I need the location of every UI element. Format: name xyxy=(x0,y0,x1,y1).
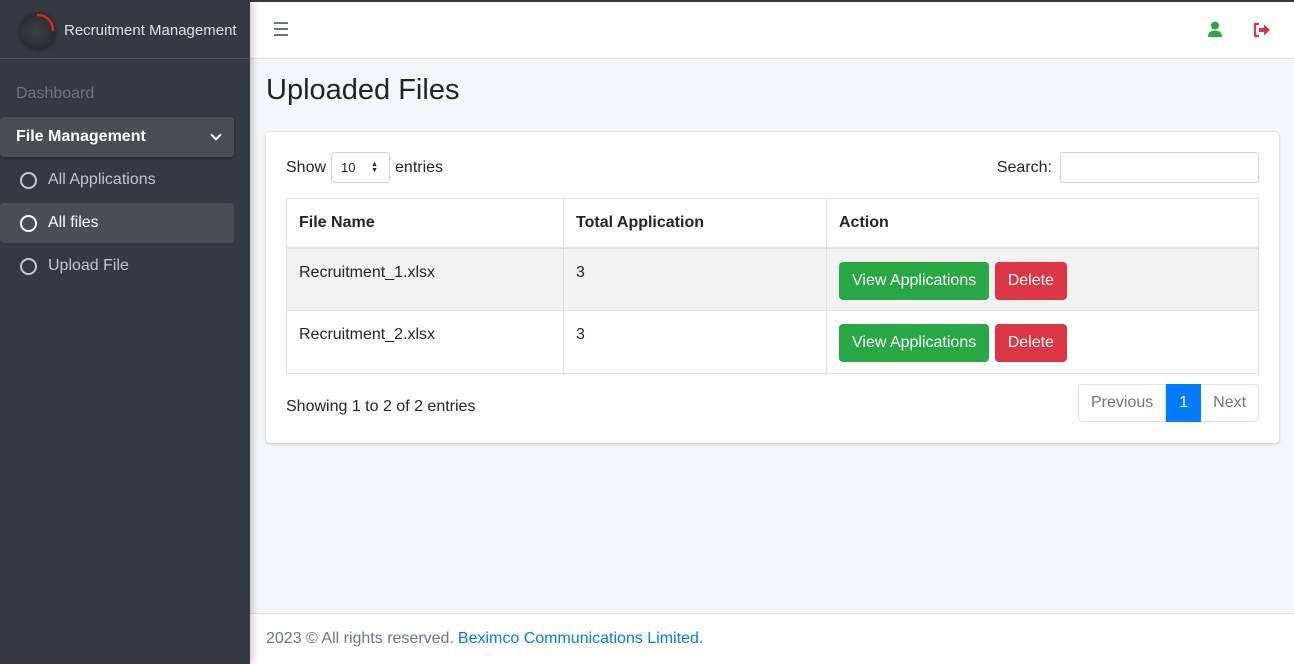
brand[interactable]: Recruitment Management xyxy=(0,2,250,59)
sidebar-group-label: File Management xyxy=(16,128,146,145)
entries-label: entries xyxy=(395,158,444,176)
file-name-cell: Recruitment_1.xlsx xyxy=(286,247,564,311)
table-info: Showing 1 to 2 of 2 entries xyxy=(286,398,476,415)
column-header-file-name[interactable]: File Name xyxy=(286,198,564,249)
menu-icon[interactable] xyxy=(274,22,288,40)
footer: 2023 © All rights reserved. Beximco Comm… xyxy=(250,613,1294,664)
search-label: Search: xyxy=(996,158,1052,176)
circle-icon xyxy=(20,214,37,232)
table-row: Recruitment_1.xlsx 3 View Applications D… xyxy=(286,247,1259,311)
sidebar-nav: Dashboard File Management All Applicatio… xyxy=(0,59,250,286)
chevron-down-icon xyxy=(210,129,222,141)
brand-title: Recruitment Management xyxy=(64,21,237,39)
user-icon[interactable] xyxy=(1208,21,1222,38)
sidebar-group-file-management[interactable]: File Management xyxy=(0,117,234,157)
sort-arrows-icon: ▲ ▼ xyxy=(371,161,379,174)
pagination: Previous 1 Next xyxy=(1078,384,1260,422)
column-header-total-application[interactable]: Total Application xyxy=(563,198,827,249)
view-applications-button[interactable]: View Applications xyxy=(839,324,990,362)
sidebar-item-upload-file[interactable]: Upload File xyxy=(0,246,234,286)
page-title: Uploaded Files xyxy=(266,74,460,106)
sidebar-item-all-files[interactable]: All files xyxy=(0,203,234,243)
table-header-row: File Name Total Application Action xyxy=(286,198,1259,249)
sidebar-item-label: Upload File xyxy=(48,257,129,274)
top-border xyxy=(0,0,1294,2)
table-row: Recruitment_2.xlsx 3 View Applications D… xyxy=(286,310,1259,374)
file-name-cell: Recruitment_2.xlsx xyxy=(286,310,564,374)
topbar xyxy=(250,2,1294,59)
sidebar-item-label: All files xyxy=(48,214,99,231)
entries-select-value: 10 xyxy=(341,160,356,175)
view-applications-button[interactable]: View Applications xyxy=(839,261,990,300)
entries-select[interactable]: 10 ▲ ▼ xyxy=(331,152,391,183)
column-header-action[interactable]: Action xyxy=(826,198,1259,249)
action-cell: View Applications Delete xyxy=(826,247,1259,311)
entries-length-control: Show 10 ▲ ▼ entries xyxy=(286,152,443,183)
sidebar-item-label: All Applications xyxy=(48,171,156,188)
sidebar-item-label: Dashboard xyxy=(16,85,95,102)
previous-page-button[interactable]: Previous xyxy=(1078,384,1167,422)
page-1-button[interactable]: 1 xyxy=(1166,384,1202,422)
brand-logo-icon xyxy=(20,12,56,48)
circle-icon xyxy=(20,171,37,189)
files-table: File Name Total Application Action Recru… xyxy=(286,198,1259,374)
footer-company-link[interactable]: Beximco Communications Limited. xyxy=(458,630,703,648)
footer-copyright: 2023 © All rights reserved. xyxy=(266,630,454,647)
files-card: Show 10 ▲ ▼ entries Search: File Name Tot… xyxy=(266,132,1279,443)
sidebar: Recruitment Management Dashboard File Ma… xyxy=(0,2,250,664)
main-content: Uploaded Files Show 10 ▲ ▼ entries Search… xyxy=(250,59,1294,613)
logout-icon[interactable] xyxy=(1253,22,1271,38)
action-cell: View Applications Delete xyxy=(826,310,1259,374)
total-application-cell: 3 xyxy=(563,310,827,374)
circle-icon xyxy=(20,257,37,275)
delete-button[interactable]: Delete xyxy=(994,261,1067,300)
search-input[interactable] xyxy=(1060,152,1259,183)
total-application-cell: 3 xyxy=(563,247,827,311)
sidebar-item-all-applications[interactable]: All Applications xyxy=(0,160,234,200)
sidebar-item-dashboard[interactable]: Dashboard xyxy=(0,73,234,115)
show-label: Show xyxy=(286,158,327,176)
delete-button[interactable]: Delete xyxy=(994,324,1067,362)
search-control: Search: xyxy=(997,152,1259,183)
next-page-button[interactable]: Next xyxy=(1201,384,1260,422)
